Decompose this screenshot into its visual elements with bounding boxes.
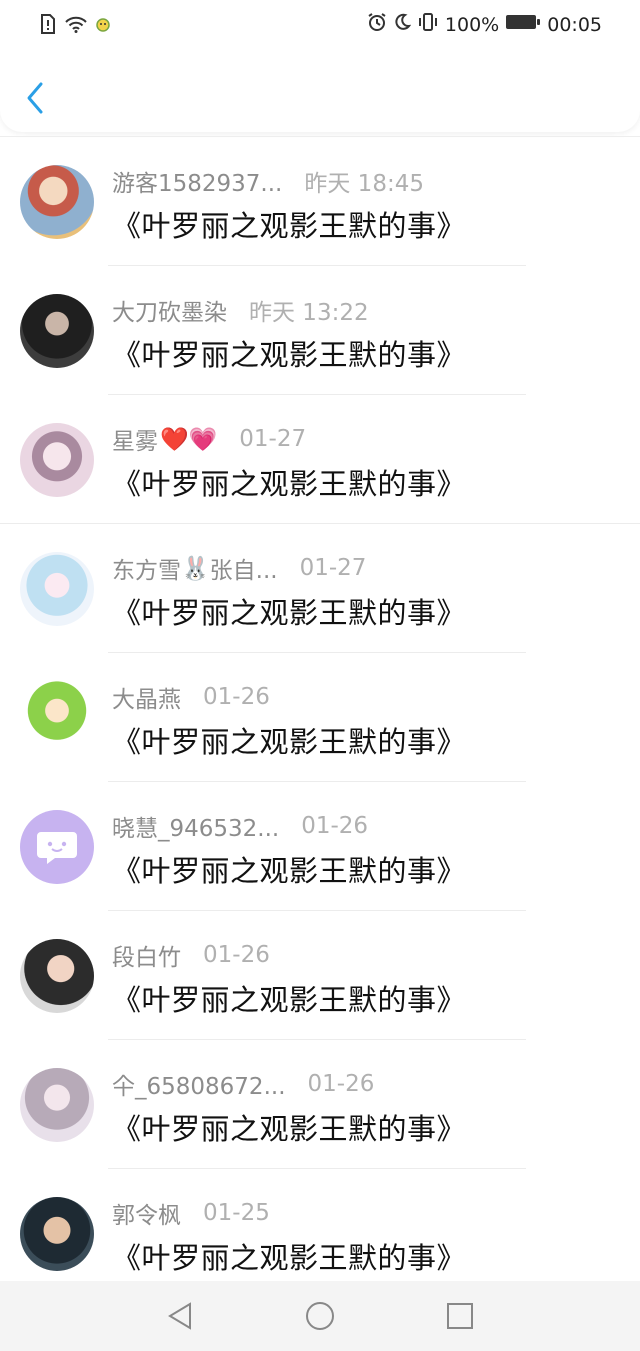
avatar [20, 294, 94, 368]
sender-name: 星雾 [112, 429, 158, 455]
battery-percent: 100% [444, 13, 500, 36]
name-emoji: ❤️💗 [160, 426, 218, 453]
nav-back-button[interactable] [160, 1296, 200, 1336]
moon-icon [393, 13, 412, 36]
message-time: 01-27 [239, 426, 307, 452]
message-preview: 《叶罗丽之观影王默的事》 [112, 1241, 467, 1275]
conversation-row[interactable]: 郭令枫 01-25 《叶罗丽之观影王默的事》 [0, 1169, 640, 1281]
message-preview: 《叶罗丽之观影王默的事》 [112, 983, 467, 1017]
name-emoji: 🐰 [181, 555, 210, 582]
message-time: 01-26 [203, 942, 270, 968]
sender-name: 段白竹 [112, 945, 181, 971]
chevron-left-icon [27, 82, 43, 114]
sender-name-suffix: 张自... [209, 558, 278, 584]
message-preview: 《叶罗丽之观影王默的事》 [112, 725, 467, 759]
message-time: 01-26 [203, 684, 270, 710]
message-time: 01-26 [307, 1071, 375, 1097]
avatar [20, 1197, 94, 1271]
conversation-row[interactable]: 东方雪 🐰 张自... 01-27 《叶罗丽之观影王默的事》 [0, 524, 640, 653]
message-preview: 《叶罗丽之观影王默的事》 [112, 467, 467, 501]
conversation-row[interactable]: 游客1582937... 昨天 18:45 《叶罗丽之观影王默的事》 [0, 137, 640, 266]
chat-bubble-icon [37, 832, 77, 864]
message-time: 01-27 [299, 555, 367, 581]
nav-recents-button[interactable] [440, 1296, 480, 1336]
message-time: 昨天 18:45 [304, 171, 424, 197]
sender-name: 郭令枫 [112, 1203, 181, 1229]
conversation-row[interactable]: 星雾 ❤️💗 01-27 《叶罗丽之观影王默的事》 [0, 395, 640, 524]
message-preview: 《叶罗丽之观影王默的事》 [112, 596, 467, 630]
status-bar: 100% 00:05 [0, 0, 640, 50]
sender-name: 晓慧_946532... [112, 816, 280, 842]
avatar [20, 552, 94, 626]
message-time: 01-25 [203, 1200, 270, 1226]
avatar [20, 165, 94, 239]
avatar [20, 1068, 94, 1142]
wifi-icon [64, 15, 88, 37]
message-preview: 《叶罗丽之观影王默的事》 [112, 854, 467, 888]
conversation-row[interactable]: 段白竹 01-26 《叶罗丽之观影王默的事》 [0, 911, 640, 1040]
message-time: 01-26 [301, 813, 369, 839]
alarm-icon [367, 12, 387, 37]
message-preview: 《叶罗丽之观影王默的事》 [112, 209, 467, 243]
clock-time: 00:05 [547, 13, 602, 36]
square-recents-icon [447, 1303, 473, 1329]
circle-home-icon [306, 1302, 334, 1330]
conversation-row[interactable]: 大刀砍墨染 昨天 13:22 《叶罗丽之观影王默的事》 [0, 266, 640, 395]
top-bar: 100% 00:05 [0, 0, 640, 132]
sender-name: 大晶燕 [112, 687, 181, 713]
message-preview: 《叶罗丽之观影王默的事》 [112, 338, 467, 372]
sender-name: 大刀砍墨染 [112, 300, 227, 326]
avatar [20, 810, 94, 884]
sim-alert-icon [40, 14, 56, 38]
sender-name: 仐_65808672... [112, 1074, 286, 1100]
avatar [20, 423, 94, 497]
battery-icon [505, 13, 541, 36]
avatar [20, 939, 94, 1013]
conversation-row[interactable]: 大晶燕 01-26 《叶罗丽之观影王默的事》 [0, 653, 640, 782]
conversation-list: 游客1582937... 昨天 18:45 《叶罗丽之观影王默的事》 大刀砍墨染昨… [0, 136, 640, 1281]
notification-emoji-icon [96, 17, 110, 36]
triangle-back-icon [168, 1302, 191, 1330]
vibrate-icon [417, 12, 439, 37]
avatar [20, 681, 94, 755]
sender-name: 游客1582937... [112, 171, 283, 197]
message-preview: 《叶罗丽之观影王默的事》 [112, 1112, 467, 1146]
conversation-row[interactable]: 仐_65808672... 01-26 《叶罗丽之观影王默的事》 [0, 1040, 640, 1169]
nav-home-button[interactable] [300, 1296, 340, 1336]
message-time: 昨天 13:22 [249, 300, 369, 326]
back-button[interactable] [18, 78, 52, 118]
system-nav-bar [0, 1281, 640, 1351]
conversation-row[interactable]: 晓慧_946532... 01-26 《叶罗丽之观影王默的事》 [0, 782, 640, 911]
sender-name: 东方雪 [112, 558, 181, 584]
